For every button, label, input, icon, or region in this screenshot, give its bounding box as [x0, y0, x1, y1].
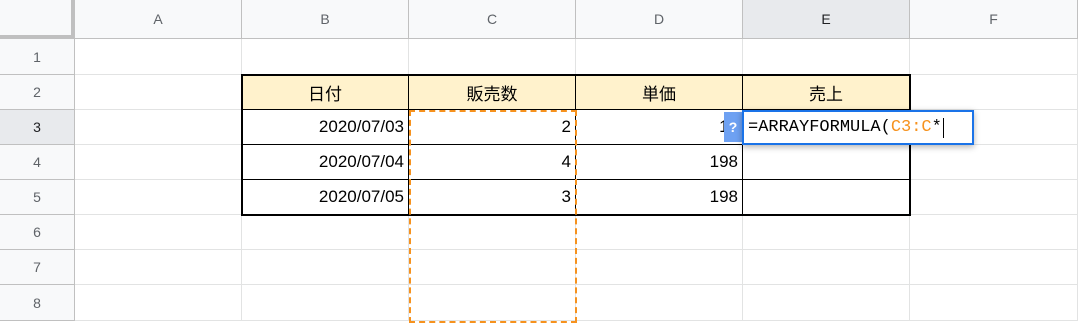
cell[interactable] [743, 285, 910, 321]
row-header-6[interactable]: 6 [0, 215, 75, 250]
cell[interactable] [576, 285, 743, 321]
select-all-corner[interactable] [0, 0, 75, 39]
cell[interactable] [743, 215, 910, 250]
cell[interactable] [409, 285, 576, 321]
cell[interactable] [743, 250, 910, 285]
table-cell[interactable]: 19 [576, 110, 743, 145]
cell[interactable] [910, 215, 1078, 250]
cell[interactable] [910, 75, 1078, 110]
row-header-3[interactable]: 3 [0, 110, 75, 145]
cell[interactable] [743, 39, 910, 75]
text-caret [942, 117, 944, 138]
cell[interactable] [242, 250, 409, 285]
cell[interactable] [242, 39, 409, 75]
cell[interactable] [576, 39, 743, 75]
cell[interactable] [75, 75, 242, 110]
header-cell-date[interactable]: 日付 [242, 75, 409, 110]
column-header-d[interactable]: D [576, 0, 743, 39]
header-cell-unit-price[interactable]: 単価 [576, 75, 743, 110]
table-cell[interactable] [743, 145, 910, 180]
formula-suffix: * [931, 118, 942, 137]
formula-prefix: =ARRAYFORMULA( [748, 118, 891, 137]
cell[interactable] [910, 285, 1078, 321]
cell[interactable] [75, 39, 242, 75]
cell[interactable] [409, 39, 576, 75]
row-header-5[interactable]: 5 [0, 180, 75, 215]
cell[interactable] [75, 215, 242, 250]
cell-formula-editor[interactable]: =ARRAYFORMULA(C3:C * [742, 110, 974, 145]
cell[interactable] [910, 180, 1078, 215]
cell[interactable] [75, 285, 242, 321]
header-cell-sales-count[interactable]: 販売数 [409, 75, 576, 110]
table-cell[interactable]: 2020/07/04 [242, 145, 409, 180]
header-cell-revenue[interactable]: 売上 [743, 75, 910, 110]
table-cell[interactable] [743, 180, 910, 215]
table-cell[interactable]: 4 [409, 145, 576, 180]
cell[interactable] [910, 145, 1078, 180]
cell[interactable] [910, 39, 1078, 75]
cell[interactable] [242, 285, 409, 321]
cell[interactable] [910, 250, 1078, 285]
cell[interactable] [409, 250, 576, 285]
formula-range-reference: C3:C [890, 118, 932, 137]
cell[interactable] [576, 250, 743, 285]
table-cell[interactable]: 2020/07/03 [242, 110, 409, 145]
cell[interactable] [409, 215, 576, 250]
row-header-1[interactable]: 1 [0, 39, 75, 75]
column-header-c[interactable]: C [409, 0, 576, 39]
row-header-7[interactable]: 7 [0, 250, 75, 285]
formula-help-icon[interactable]: ? [724, 112, 742, 142]
row-header-8[interactable]: 8 [0, 285, 75, 321]
table-cell[interactable]: 2020/07/05 [242, 180, 409, 215]
column-header-a[interactable]: A [75, 0, 242, 39]
cell[interactable] [75, 250, 242, 285]
table-cell[interactable]: 198 [576, 145, 743, 180]
column-header-f[interactable]: F [910, 0, 1078, 39]
cell[interactable] [75, 180, 242, 215]
table-cell[interactable]: 3 [409, 180, 576, 215]
row-header-4[interactable]: 4 [0, 145, 75, 180]
table-cell[interactable]: 2 [409, 110, 576, 145]
cell[interactable] [75, 145, 242, 180]
table-cell[interactable]: 198 [576, 180, 743, 215]
row-header-2[interactable]: 2 [0, 75, 75, 110]
spreadsheet-grid: A B C D E F 1 2 3 4 5 6 7 8 日付 販売数 単価 売上… [0, 0, 1078, 323]
cell[interactable] [75, 110, 242, 145]
cell[interactable] [242, 215, 409, 250]
cell[interactable] [576, 215, 743, 250]
column-header-e[interactable]: E [743, 0, 910, 39]
column-header-b[interactable]: B [242, 0, 409, 39]
